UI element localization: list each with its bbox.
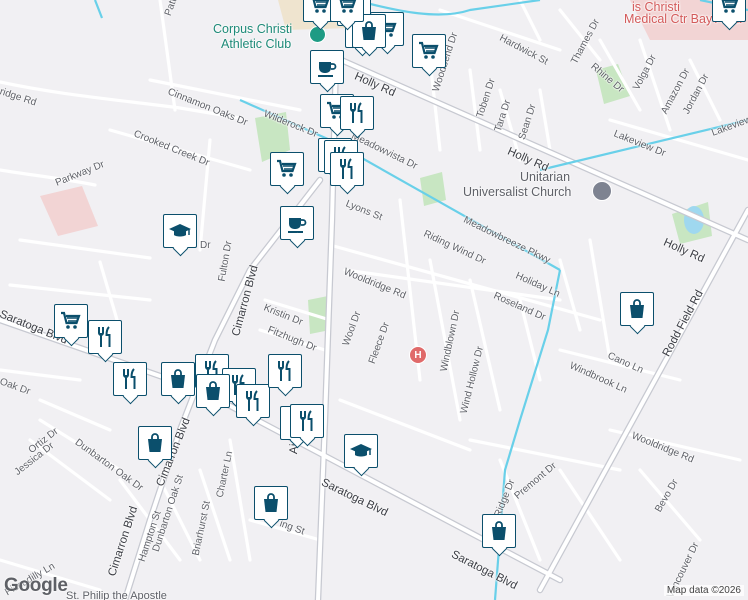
- coffee-marker[interactable]: [310, 50, 344, 84]
- school-marker[interactable]: [344, 434, 378, 468]
- google-logo: Google: [4, 575, 68, 596]
- shopping-bag-icon: [206, 381, 220, 400]
- shopping-cart-icon: [277, 159, 297, 177]
- coffee-icon: [318, 62, 337, 77]
- shopping-cart-icon: [419, 41, 439, 59]
- restaurant-marker[interactable]: [340, 96, 374, 130]
- map-data-credit: Map data ©2026: [663, 585, 744, 596]
- shopping-cart-icon: [339, 0, 357, 13]
- hospital-icon[interactable]: H: [409, 346, 427, 364]
- coffee-icon: [288, 218, 307, 233]
- shopping-bag-marker[interactable]: [138, 426, 172, 460]
- shopping-cart-marker[interactable]: [330, 0, 364, 22]
- shopping-bag-icon: [630, 299, 644, 318]
- coffee-marker[interactable]: [280, 206, 314, 240]
- place-label-st-philip: St. Philip the Apostle: [66, 590, 167, 600]
- shopping-bag-marker[interactable]: [482, 514, 516, 548]
- restaurant-icon: [98, 326, 111, 347]
- shopping-cart-icon: [721, 0, 739, 13]
- school-marker[interactable]: [163, 214, 197, 248]
- gym-icon[interactable]: [309, 26, 326, 43]
- restaurant-marker[interactable]: [290, 404, 324, 438]
- shopping-bag-icon: [264, 493, 278, 512]
- map-canvas[interactable]: Corpus Christi Athletic Club Unitarian U…: [0, 0, 748, 600]
- place-label-athletic-club-line1: Corpus Christi: [213, 22, 293, 36]
- shopping-bag-marker[interactable]: [196, 374, 230, 408]
- restaurant-marker[interactable]: [236, 384, 270, 418]
- place-label-church-line2: Universalist Church: [463, 185, 572, 199]
- hospital-area: [40, 186, 98, 236]
- shopping-bag-icon: [492, 521, 506, 540]
- shopping-cart-icon: [61, 311, 81, 329]
- restaurant-marker[interactable]: [330, 152, 364, 186]
- place-label-athletic-club-line2: Athletic Club: [221, 37, 292, 51]
- shopping-cart-marker[interactable]: [54, 304, 88, 338]
- restaurant-icon: [300, 410, 313, 431]
- road-label: Dr: [200, 240, 211, 251]
- restaurant-icon: [246, 390, 259, 411]
- restaurant-icon: [278, 360, 291, 381]
- shopping-bag-marker[interactable]: [254, 486, 288, 520]
- shopping-bag-marker[interactable]: [161, 362, 195, 396]
- restaurant-icon: [123, 368, 136, 389]
- restaurant-icon: [340, 158, 353, 179]
- shopping-bag-icon: [148, 433, 162, 452]
- church-icon[interactable]: [592, 181, 612, 201]
- shopping-cart-icon: [312, 0, 330, 13]
- shopping-bag-icon: [171, 369, 185, 388]
- restaurant-icon: [350, 102, 363, 123]
- shopping-cart-marker[interactable]: [270, 152, 304, 186]
- restaurant-marker[interactable]: [113, 362, 147, 396]
- shopping-cart-marker[interactable]: [412, 34, 446, 68]
- school-icon: [169, 224, 191, 237]
- shopping-cart-marker[interactable]: [712, 0, 746, 22]
- shopping-bag-icon: [362, 21, 376, 40]
- park-area: [420, 172, 446, 206]
- restaurant-marker[interactable]: [88, 320, 122, 354]
- restaurant-marker[interactable]: [268, 354, 302, 388]
- shopping-bag-marker[interactable]: [620, 292, 654, 326]
- school-icon: [350, 444, 372, 457]
